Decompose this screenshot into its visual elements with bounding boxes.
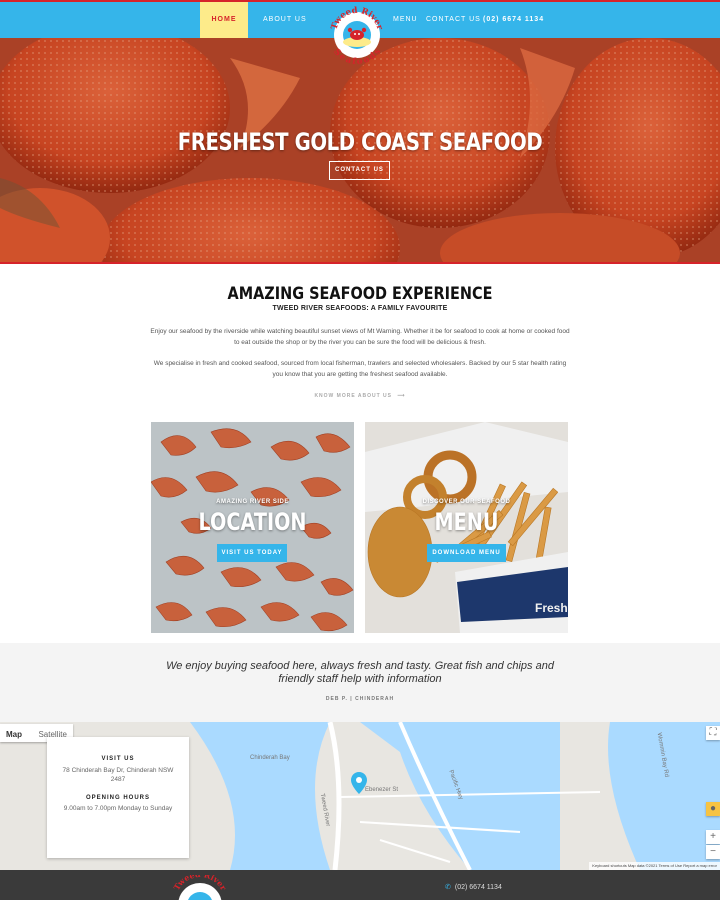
hero-contact-button[interactable]: CONTACT US	[329, 161, 390, 180]
location-kicker: AMAZING RIVER SIDE	[216, 499, 289, 505]
hero-title: FRESHEST GOLD COAST SEAFOOD	[177, 128, 543, 156]
fullscreen-icon[interactable]: ⛶	[706, 726, 720, 740]
footer-phone[interactable]: ✆ (02) 6674 1134	[445, 883, 502, 891]
arrow-right-icon: ⟶	[397, 393, 406, 399]
nav-home[interactable]: HOME	[200, 2, 248, 38]
footer-logo[interactable]: Tweed River	[170, 875, 230, 900]
testimonial-section: We enjoy buying seafood here, always fre…	[0, 643, 720, 722]
intro-subtitle: TWEED RIVER SEAFOODS: A FAMILY FAVOURITE	[272, 305, 448, 312]
menu-title: MENU	[434, 508, 499, 536]
footer-phone-number: (02) 6674 1134	[454, 884, 502, 891]
menu-kicker: DISCOVER OUR SEAFOOD	[422, 499, 511, 505]
nav-menu[interactable]: MENU	[393, 2, 418, 38]
menu-tile[interactable]: Fresh DISCOVER OUR SEAFOOD MENU DOWNLOAD…	[365, 422, 568, 633]
know-more-label: KNOW MORE ABOUT US	[314, 393, 392, 399]
hours-heading: OPENING HOURS	[85, 795, 150, 801]
testimonial-quote: We enjoy buying seafood here, always fre…	[166, 660, 554, 685]
hero-bottom-border	[0, 262, 720, 264]
nav-about-us[interactable]: ABOUT US	[263, 2, 307, 38]
map-info-card: VISIT US 78 Chinderah Bay Dr, Chinderah …	[47, 737, 189, 858]
location-tile[interactable]: AMAZING RIVER SIDE LOCATION VISIT US TOD…	[151, 422, 354, 633]
map-attribution[interactable]: Keyboard shortcuts Map data ©2021 Terms …	[589, 862, 720, 870]
visit-us-button[interactable]: VISIT US TODAY	[217, 544, 287, 562]
site-footer: Tweed River ✆(02) 6674 1134	[0, 870, 720, 900]
download-menu-button[interactable]: DOWNLOAD MENU	[427, 544, 506, 562]
visit-heading: VISIT US	[101, 756, 135, 762]
hours-text: 9.00am to 7.00pm Monday to Sunday	[63, 805, 173, 812]
street-view-icon[interactable]: ●	[706, 802, 720, 816]
map-label-chinderah-bay: Chinderah Bay	[250, 755, 290, 761]
map-pin-icon[interactable]	[351, 772, 367, 794]
map-tab-map[interactable]: Map	[0, 726, 28, 744]
visit-address: 78 Chinderah Bay Dr, Chinderah NSW 2487	[62, 767, 174, 783]
intro-paragraph-1: Enjoy our seafood by the riverside while…	[150, 328, 570, 346]
intro-paragraph-2: We specialise in fresh and cooked seafoo…	[153, 360, 567, 378]
zoom-out-icon[interactable]: −	[706, 845, 720, 859]
map-label-road: Ebenezer St	[365, 787, 399, 793]
phone-icon: ✆	[445, 884, 451, 891]
intro-title: AMAZING SEAFOOD EXPERIENCE	[227, 284, 493, 304]
zoom-in-icon[interactable]: +	[706, 830, 720, 844]
site-logo[interactable]: Tweed River Seafoods	[328, 4, 386, 66]
location-map[interactable]: Map Satellite Chinderah Bay Tweed River …	[0, 722, 720, 870]
nav-phone-number[interactable]: (02) 6674 1134	[483, 2, 544, 38]
testimonial-author: DEB P. | CHINDERAH	[325, 696, 395, 702]
know-more-link[interactable]: KNOW MORE ABOUT US ⟶	[0, 393, 720, 399]
location-title: LOCATION	[198, 508, 307, 536]
hero-banner: FRESHEST GOLD COAST SEAFOOD CONTACT US	[0, 38, 720, 263]
nav-contact-us[interactable]: CONTACT US	[426, 2, 481, 38]
